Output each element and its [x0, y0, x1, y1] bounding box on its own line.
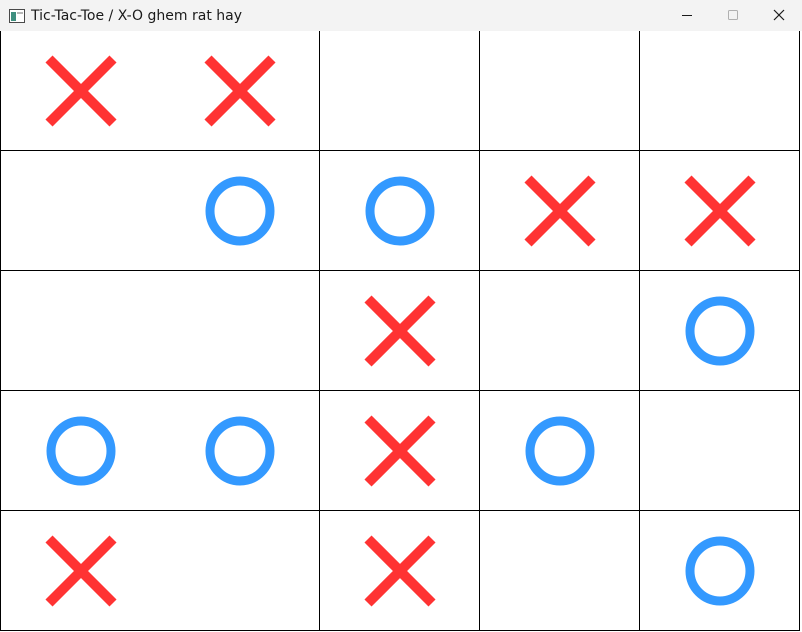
window-title: Tic-Tac-Toe / X-O ghem rat hay	[31, 7, 242, 24]
game-board	[0, 31, 802, 632]
board-cell-r3-c4[interactable]	[480, 271, 640, 391]
x-mark-icon	[363, 294, 436, 367]
o-mark-icon	[204, 175, 276, 247]
board-cell-r4-c4[interactable]	[480, 391, 640, 511]
x-mark-icon	[683, 174, 756, 247]
o-mark-icon	[524, 415, 596, 487]
window-controls	[664, 0, 802, 31]
maximize-icon	[727, 6, 739, 25]
title-bar[interactable]: Tic-Tac-Toe / X-O ghem rat hay	[0, 0, 802, 31]
o-mark-icon	[45, 415, 117, 487]
board-cell-r2-c2[interactable]	[160, 151, 320, 271]
app-window-icon	[9, 8, 25, 23]
x-mark-icon	[45, 534, 117, 607]
o-mark-icon	[204, 415, 276, 487]
close-icon	[773, 6, 785, 25]
board-cell-r3-c1[interactable]	[0, 271, 162, 391]
o-mark-icon	[684, 535, 756, 607]
board-cell-r1-c4[interactable]	[480, 31, 640, 151]
board-cell-r5-c2[interactable]	[160, 511, 320, 631]
board-cell-r2-c1[interactable]	[0, 151, 162, 271]
board-cell-r4-c3[interactable]	[320, 391, 480, 511]
o-mark-icon	[364, 175, 436, 247]
board-cell-r5-c4[interactable]	[480, 511, 640, 631]
board-cell-r1-c5[interactable]	[640, 31, 800, 151]
minimize-icon	[681, 6, 693, 25]
x-mark-icon	[523, 174, 596, 247]
board-cell-r3-c3[interactable]	[320, 271, 480, 391]
board-cell-r4-c2[interactable]	[160, 391, 320, 511]
close-button[interactable]	[756, 0, 802, 31]
board-cell-r2-c3[interactable]	[320, 151, 480, 271]
board-cell-r4-c5[interactable]	[640, 391, 800, 511]
board-cell-r3-c5[interactable]	[640, 271, 800, 391]
x-mark-icon	[45, 54, 117, 127]
board-cell-r5-c5[interactable]	[640, 511, 800, 631]
board-cell-r1-c1[interactable]	[0, 31, 162, 151]
minimize-button[interactable]	[664, 0, 710, 31]
board-cell-r1-c3[interactable]	[320, 31, 480, 151]
maximize-button[interactable]	[710, 0, 756, 31]
o-mark-icon	[684, 295, 756, 367]
board-cell-r3-c2[interactable]	[160, 271, 320, 391]
board-cell-r4-c1[interactable]	[0, 391, 162, 511]
board-cell-r1-c2[interactable]	[160, 31, 320, 151]
board-cell-r2-c5[interactable]	[640, 151, 800, 271]
game-window: Tic-Tac-Toe / X-O ghem rat hay	[0, 0, 802, 632]
x-mark-icon	[203, 54, 276, 127]
x-mark-icon	[363, 534, 436, 607]
board-cell-r5-c3[interactable]	[320, 511, 480, 631]
board-cell-r5-c1[interactable]	[0, 511, 162, 631]
x-mark-icon	[363, 414, 436, 487]
board-cell-r2-c4[interactable]	[480, 151, 640, 271]
